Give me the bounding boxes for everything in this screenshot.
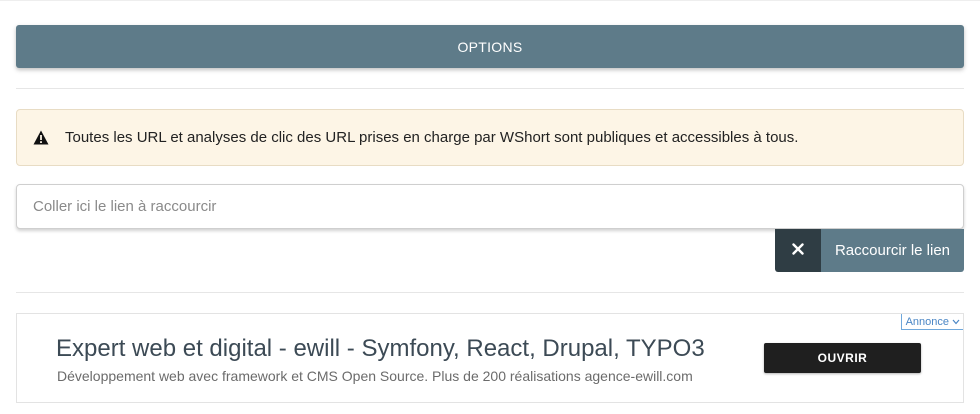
- ad-banner: Annonce Expert web et digital - ewill - …: [16, 313, 964, 403]
- top-divider: [0, 0, 980, 1]
- clear-button[interactable]: [775, 229, 821, 272]
- ad-title[interactable]: Expert web et digital - ewill - Symfony,…: [56, 335, 705, 363]
- public-warning-alert: Toutes les URL et analyses de clic des U…: [16, 109, 964, 166]
- section-divider-2: [16, 292, 964, 293]
- shorten-actions: Raccourcir le lien: [775, 229, 964, 272]
- warning-icon: [33, 130, 49, 146]
- alert-text: Toutes les URL et analyses de clic des U…: [65, 129, 799, 146]
- shorten-link-label: Raccourcir le lien: [834, 242, 951, 259]
- url-input[interactable]: [16, 184, 964, 229]
- section-divider: [16, 88, 964, 89]
- ad-description: Développement web avec framework et CMS …: [57, 368, 693, 384]
- ad-open-button[interactable]: OUVRIR: [764, 343, 921, 373]
- chevron-down-icon: [952, 317, 960, 327]
- ad-open-label: OUVRIR: [817, 351, 868, 365]
- ad-badge[interactable]: Annonce: [900, 314, 963, 330]
- shorten-link-button[interactable]: Raccourcir le lien: [821, 229, 964, 272]
- options-label: OPTIONS: [457, 38, 523, 55]
- options-button[interactable]: OPTIONS: [16, 25, 964, 68]
- close-icon: [792, 242, 804, 260]
- ad-badge-label: Annonce: [905, 315, 949, 328]
